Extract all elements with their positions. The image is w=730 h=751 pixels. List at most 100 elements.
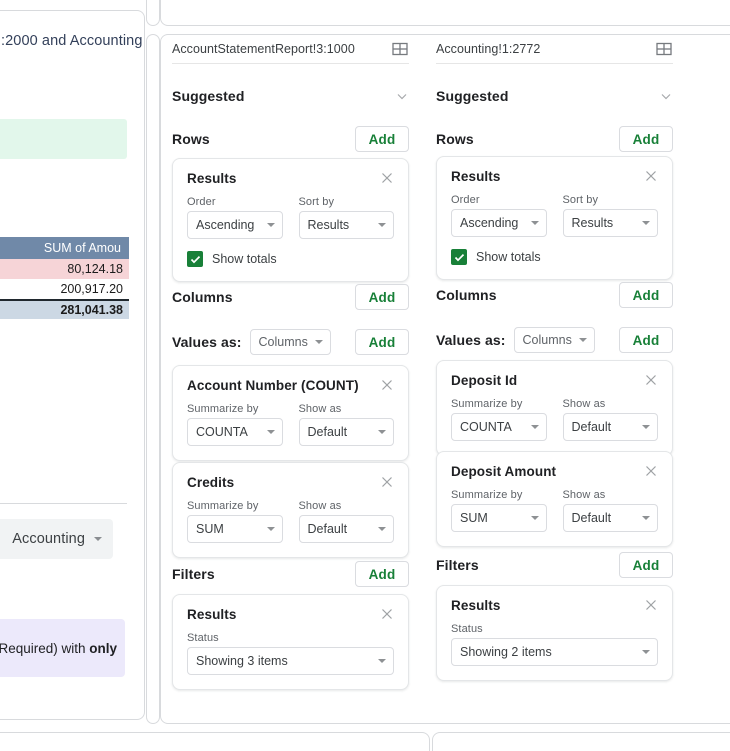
show-totals-checkbox[interactable] (451, 249, 467, 265)
field-show-as: Show as Default (298, 403, 394, 446)
close-icon[interactable] (644, 169, 658, 183)
close-icon[interactable] (644, 464, 658, 478)
filters-add-button[interactable]: Add (355, 561, 409, 587)
gutter-panel-top (146, 0, 160, 26)
show-as-select[interactable]: Default (562, 504, 658, 532)
sort-by-select[interactable]: Results (562, 209, 658, 237)
sort-by-select-value: Results (307, 218, 350, 232)
values-card-credits: Credits Summarize by SUM Show as Default (172, 462, 409, 558)
data-range-row[interactable]: AccountStatementReport!3:1000 (172, 34, 409, 64)
summarize-by-select[interactable]: SUM (187, 515, 283, 543)
values-add-button[interactable]: Add (619, 327, 673, 353)
field-label: Show as (298, 500, 342, 512)
values-as-select[interactable]: Columns (249, 329, 331, 355)
rows-section-header: Rows Add (172, 125, 409, 153)
chevron-down-icon (378, 430, 386, 434)
data-range-row[interactable]: Accounting!1:2772 (436, 34, 673, 64)
summarize-by-select-value: SUM (460, 511, 488, 525)
show-totals-checkbox[interactable] (187, 251, 203, 267)
left-document-panel: :2000 and Accounting ts SUM of Amou 80,1… (0, 10, 145, 720)
order-select[interactable]: Ascending (451, 209, 547, 237)
grid-icon[interactable] (655, 40, 673, 58)
table-header-cell-1: SUM of Amou (43, 241, 121, 255)
show-as-select-value: Default (571, 511, 612, 525)
left-title-fragment: :2000 and Accounting (1, 33, 143, 49)
status-select[interactable]: Showing 2 items (451, 638, 658, 666)
card-header: Credits (187, 475, 394, 490)
values-as-row: Values as: Columns Add (436, 326, 673, 354)
values-as-select[interactable]: Columns (513, 327, 595, 353)
values-as-select-value: Columns (522, 333, 572, 347)
filters-section-header: Filters Add (172, 560, 409, 588)
editor-panel-top-strip (160, 0, 730, 26)
grid-icon[interactable] (391, 40, 409, 58)
summarize-by-select-value: COUNTA (460, 420, 512, 434)
order-select[interactable]: Ascending (187, 211, 283, 239)
left-sheet-chip-label: Accounting (12, 531, 85, 547)
summarize-by-select-value: SUM (196, 522, 224, 536)
chevron-down-icon (314, 340, 323, 344)
close-icon[interactable] (644, 373, 658, 387)
rows-add-button[interactable]: Add (619, 126, 673, 152)
columns-add-button[interactable]: Add (619, 282, 673, 308)
close-icon[interactable] (644, 598, 658, 612)
show-as-select-value: Default (307, 425, 348, 439)
suggested-label: Suggested (172, 88, 245, 104)
chevron-down-icon (530, 425, 539, 429)
field-summarize-by: Summarize by SUM (451, 489, 547, 532)
left-note-prefix: t Required) with (0, 640, 90, 656)
card-title: Deposit Amount (451, 464, 557, 479)
chevron-down-icon (378, 223, 386, 227)
chevron-down-icon (378, 659, 386, 663)
show-totals-row[interactable]: Show totals (451, 249, 658, 265)
rows-add-button[interactable]: Add (355, 126, 409, 152)
field-label: Sort by (298, 196, 335, 208)
status-select[interactable]: Showing 3 items (187, 647, 394, 675)
table-row: 80,124.18 (0, 259, 129, 279)
summarize-by-select[interactable]: SUM (451, 504, 547, 532)
field-order: Order Ascending (187, 196, 283, 239)
chevron-down-icon (378, 527, 386, 531)
field-status: Status Showing 3 items (187, 632, 394, 675)
card-fields: Status Showing 2 items (451, 623, 658, 666)
filters-add-button[interactable]: Add (619, 552, 673, 578)
close-icon[interactable] (380, 475, 394, 489)
columns-add-button[interactable]: Add (355, 284, 409, 310)
field-label: Summarize by (187, 403, 259, 415)
summarize-by-select[interactable]: COUNTA (187, 418, 283, 446)
left-sheet-chip[interactable]: Accounting (0, 519, 113, 559)
summarize-by-select-value: COUNTA (196, 425, 248, 439)
close-icon[interactable] (380, 378, 394, 392)
show-totals-row[interactable]: Show totals (187, 251, 394, 267)
show-as-select[interactable]: Default (298, 418, 394, 446)
values-as-select-value: Columns (258, 335, 308, 349)
show-as-select[interactable]: Default (562, 413, 658, 441)
suggested-section-header[interactable]: Suggested (436, 85, 673, 107)
chevron-down-icon (642, 650, 650, 654)
field-label: Show as (298, 403, 342, 415)
sort-by-select[interactable]: Results (298, 211, 394, 239)
values-card-deposit-id: Deposit Id Summarize by COUNTA Show as D… (436, 360, 673, 456)
chevron-down-icon (642, 221, 650, 225)
suggested-section-header[interactable]: Suggested (172, 85, 409, 107)
left-green-highlight-box (0, 119, 127, 159)
sort-by-select-value: Results (571, 216, 614, 230)
rows-section-title: Rows (436, 131, 474, 147)
check-icon (454, 253, 464, 261)
field-label: Show as (562, 398, 606, 410)
field-order: Order Ascending (451, 194, 547, 237)
close-icon[interactable] (380, 607, 394, 621)
field-show-as: Show as Default (562, 398, 658, 441)
card-fields: Summarize by SUM Show as Default (451, 489, 658, 532)
card-title: Results (451, 169, 501, 184)
field-status: Status Showing 2 items (451, 623, 658, 666)
chevron-down-icon[interactable] (659, 89, 673, 103)
show-as-select[interactable]: Default (298, 515, 394, 543)
check-icon (190, 255, 200, 263)
close-icon[interactable] (380, 171, 394, 185)
summarize-by-select[interactable]: COUNTA (451, 413, 547, 441)
columns-section-header: Columns Add (436, 281, 673, 309)
field-label: Show as (562, 489, 606, 501)
values-add-button[interactable]: Add (355, 329, 409, 355)
chevron-down-icon[interactable] (395, 89, 409, 103)
